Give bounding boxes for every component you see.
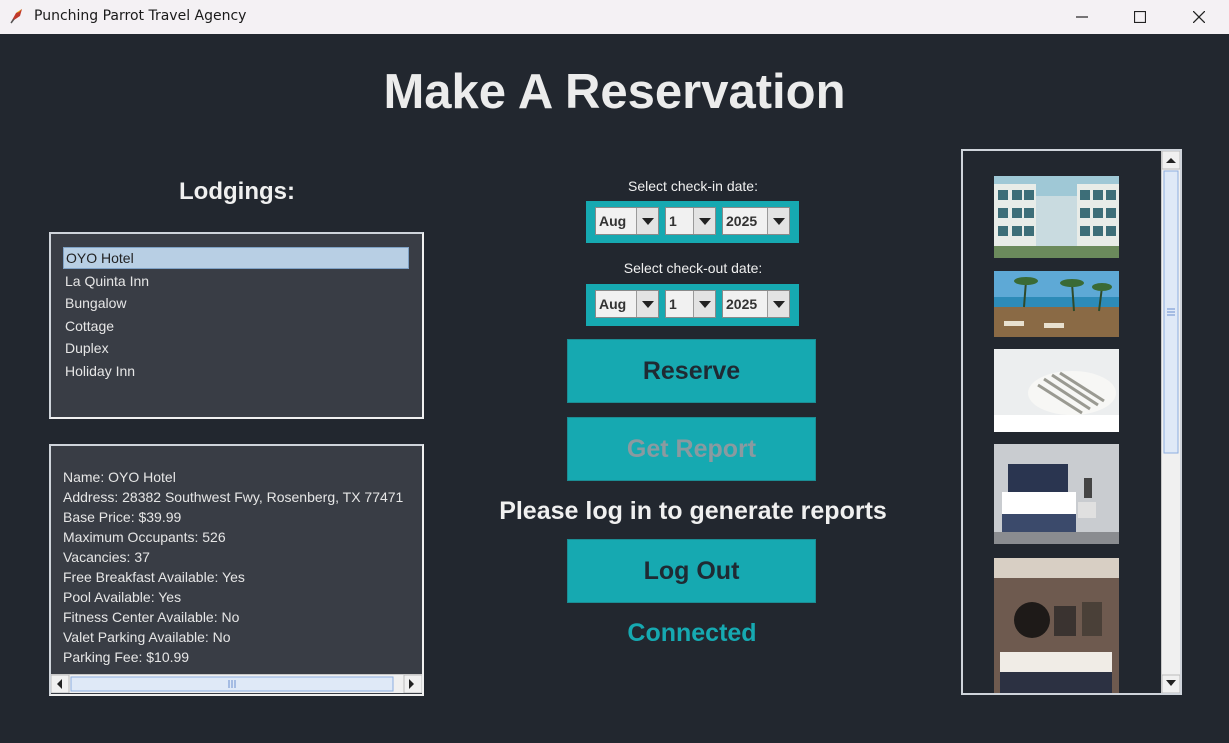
checkout-month-select[interactable]: Aug (595, 290, 659, 318)
window-title: Punching Parrot Travel Agency (34, 8, 247, 24)
detail-valet: Valet Parking Available: No (63, 629, 231, 645)
checkout-date-picker: Aug 1 2025 (586, 284, 799, 326)
close-button[interactable] (1170, 0, 1228, 34)
checkin-month-select[interactable]: Aug (595, 207, 659, 235)
maximize-icon (1134, 11, 1146, 23)
list-item-oyo-hotel[interactable]: OYO Hotel (63, 247, 409, 269)
detail-parking-fee: Parking Fee: $10.99 (63, 649, 190, 665)
checkin-day-select[interactable]: 1 (665, 207, 716, 235)
maximize-button[interactable] (1111, 0, 1169, 34)
parrot-icon (10, 9, 22, 24)
detail-pool: Pool Available: Yes (63, 589, 182, 605)
checkin-date-picker: Aug 1 2025 (586, 201, 799, 243)
beach-resort-photo (994, 271, 1119, 337)
checkout-year-select[interactable]: 2025 (722, 290, 790, 318)
detail-max-occupants: Maximum Occupants: 526 (63, 529, 226, 545)
vertical-scrollbar[interactable] (1161, 151, 1180, 693)
list-item-cottage[interactable]: Cottage (63, 316, 114, 336)
reserve-button[interactable]: Reserve (567, 339, 816, 403)
chevron-down-icon (767, 208, 789, 234)
list-item-holiday-inn[interactable]: Holiday Inn (63, 361, 135, 381)
get-report-button[interactable]: Get Report (567, 417, 816, 481)
hotel-image-gallery[interactable] (961, 149, 1182, 695)
login-notice: Please log in to generate reports (499, 497, 887, 525)
detail-base-price: Base Price: $39.99 (63, 509, 182, 525)
scrollbar-graphics (51, 674, 422, 694)
detail-breakfast: Free Breakfast Available: Yes (63, 569, 245, 585)
chevron-down-icon (693, 208, 715, 234)
detail-address: Address: 28382 Southwest Fwy, Rosenberg,… (63, 489, 404, 505)
lodging-details-panel[interactable]: Name: OYO Hotel Address: 28382 Southwest… (49, 444, 424, 696)
detail-name: Name: OYO Hotel (63, 469, 176, 485)
checkin-label: Select check-in date: (628, 178, 758, 194)
logout-button[interactable]: Log Out (567, 539, 816, 603)
minimize-button[interactable] (1053, 0, 1111, 34)
list-item-duplex[interactable]: Duplex (63, 338, 109, 358)
connection-status: Connected (627, 619, 757, 647)
detail-fitness: Fitness Center Available: No (63, 609, 240, 625)
horizontal-scrollbar[interactable] (51, 674, 422, 694)
bedroom-photo (994, 444, 1119, 544)
chevron-down-icon (636, 291, 658, 317)
list-item-la-quinta-inn[interactable]: La Quinta Inn (63, 271, 149, 291)
scrollbar-graphics (1161, 151, 1180, 693)
lodgings-list[interactable]: OYO Hotel La Quinta Inn Bungalow Cottage… (49, 232, 424, 419)
page-title: Make A Reservation (383, 65, 846, 119)
chevron-down-icon (636, 208, 658, 234)
checkout-day-select[interactable]: 1 (665, 290, 716, 318)
chevron-down-icon (767, 291, 789, 317)
pillows-photo (994, 349, 1119, 432)
checkin-year-select[interactable]: 2025 (722, 207, 790, 235)
hotel-room-photo (994, 558, 1119, 693)
lodgings-label: Lodgings: (179, 178, 295, 205)
detail-vacancies: Vacancies: 37 (63, 549, 150, 565)
hotel-courtyard-photo (994, 176, 1119, 258)
list-item-bungalow[interactable]: Bungalow (63, 293, 127, 313)
checkout-label: Select check-out date: (623, 260, 763, 276)
minimize-icon (1076, 16, 1088, 18)
title-bar: Punching Parrot Travel Agency (0, 0, 1229, 34)
chevron-down-icon (693, 291, 715, 317)
close-icon (1193, 11, 1205, 23)
